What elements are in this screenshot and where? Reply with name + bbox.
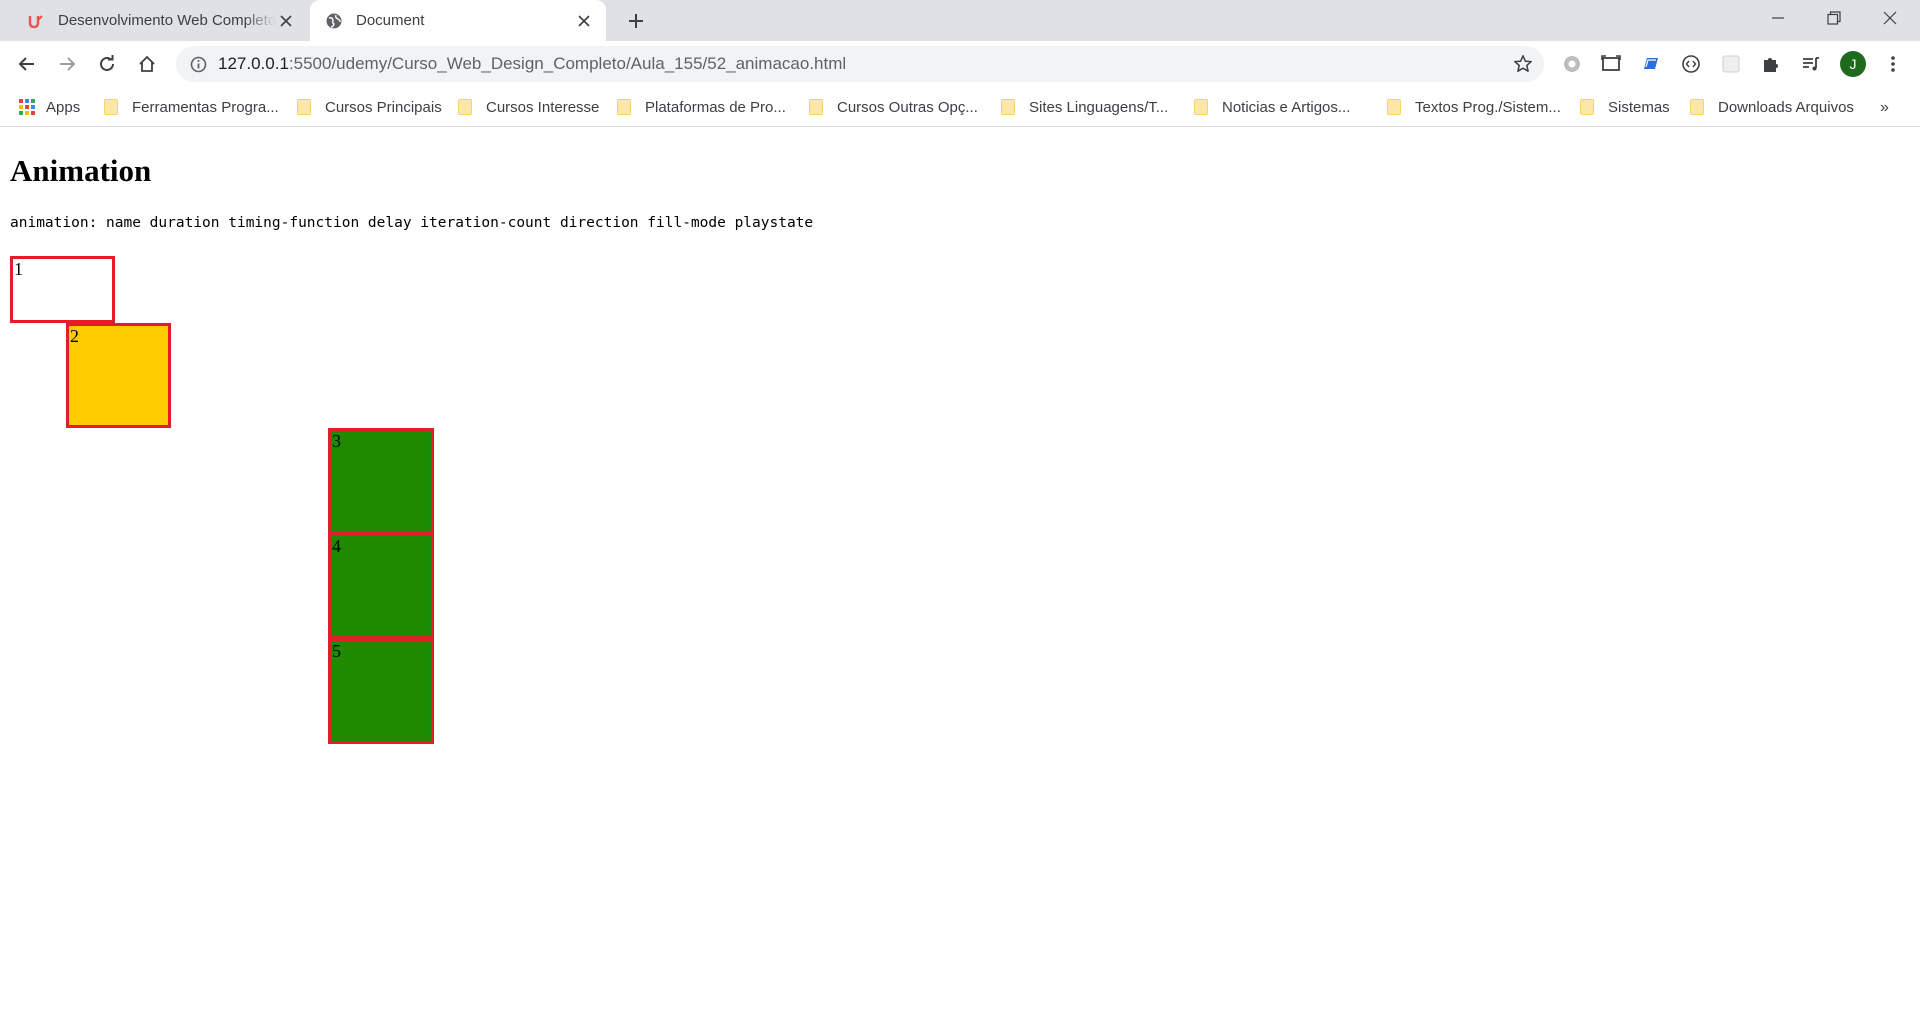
bookmark-label: Cursos Outras Opç... bbox=[837, 98, 978, 116]
close-icon bbox=[1883, 11, 1897, 25]
browser-toolbar: 127.0.0.1:5500/udemy/Curso_Web_Design_Co… bbox=[0, 41, 1920, 87]
bookmark-label: Textos Prog./Sistem... bbox=[1415, 98, 1561, 116]
folder-icon bbox=[104, 99, 118, 115]
animation-syntax-text: animation: name duration timing-function… bbox=[10, 215, 814, 231]
home-icon bbox=[139, 55, 155, 72]
code-extension-icon[interactable] bbox=[1678, 51, 1704, 77]
screenshot-extension-icon[interactable] bbox=[1598, 51, 1624, 77]
bookmark-label: Plataformas de Pro... bbox=[645, 98, 786, 116]
url-host: 127.0.0.1 bbox=[218, 54, 289, 73]
bookmark-folder[interactable]: Sistemas bbox=[1580, 95, 1670, 119]
box-label: 3 bbox=[332, 431, 341, 451]
tab-title: Desenvolvimento Web Completo bbox=[58, 12, 276, 29]
bookmark-folder[interactable]: Cursos Outras Opç... bbox=[809, 95, 978, 119]
blank-extension-icon[interactable] bbox=[1718, 51, 1744, 77]
bookmark-label: Noticias e Artigos... bbox=[1222, 98, 1351, 116]
animated-box-1: 1 bbox=[10, 256, 115, 323]
url-path: :5500/udemy/Curso_Web_Design_Completo/Au… bbox=[288, 54, 847, 73]
bookmark-folder[interactable]: Plataformas de Pro... bbox=[617, 95, 786, 119]
extension-gear-icon[interactable] bbox=[1559, 51, 1585, 77]
udemy-icon bbox=[26, 11, 46, 31]
bookmark-label: Apps bbox=[46, 98, 81, 116]
folder-icon bbox=[809, 99, 823, 115]
puzzle-extensions-icon[interactable] bbox=[1758, 51, 1784, 77]
folder-icon bbox=[1690, 99, 1704, 115]
bookmark-folder[interactable]: Textos Prog./Sistem... bbox=[1387, 95, 1561, 119]
animated-box-3: 3 bbox=[328, 428, 434, 534]
reload-icon bbox=[100, 55, 114, 71]
window-extension-icon[interactable] bbox=[1638, 51, 1664, 77]
profile-avatar[interactable]: J bbox=[1840, 51, 1866, 77]
forward-arrow-icon bbox=[60, 57, 76, 71]
bookmark-folder[interactable]: Ferramentas Progra... bbox=[104, 95, 279, 119]
address-bar[interactable]: 127.0.0.1:5500/udemy/Curso_Web_Design_Co… bbox=[176, 46, 1544, 82]
close-window-button[interactable] bbox=[1862, 0, 1918, 36]
home-button[interactable] bbox=[132, 49, 162, 79]
bookmark-label: Cursos Principais bbox=[325, 98, 442, 116]
menu-kebab-icon[interactable] bbox=[1880, 51, 1906, 77]
box-label: 5 bbox=[332, 641, 341, 661]
folder-icon bbox=[617, 99, 631, 115]
bookmark-label: Cursos Interesse bbox=[486, 98, 600, 116]
tab-udemy[interactable]: Desenvolvimento Web Completo bbox=[12, 0, 308, 41]
minimize-icon bbox=[1772, 17, 1784, 19]
page-viewport: Animation animation: name duration timin… bbox=[0, 128, 1920, 1030]
folder-icon bbox=[1387, 99, 1401, 115]
bookmark-apps[interactable]: Apps bbox=[18, 95, 80, 119]
bookmark-label: Downloads Arquivos bbox=[1718, 98, 1854, 116]
bookmark-folder[interactable]: Noticias e Artigos... bbox=[1194, 95, 1350, 119]
minimize-button[interactable] bbox=[1750, 0, 1806, 36]
plus-icon bbox=[629, 14, 643, 28]
box-label: 1 bbox=[14, 259, 23, 279]
info-icon[interactable] bbox=[188, 54, 208, 74]
url-text[interactable]: 127.0.0.1:5500/udemy/Curso_Web_Design_Co… bbox=[218, 54, 846, 74]
apps-grid-icon bbox=[18, 98, 36, 116]
media-playlist-icon[interactable] bbox=[1798, 51, 1824, 77]
bookmark-folder[interactable]: Sites Linguagens/T... bbox=[1001, 95, 1168, 119]
folder-icon bbox=[458, 99, 472, 115]
new-tab-button[interactable] bbox=[622, 9, 650, 33]
box-label: 4 bbox=[332, 536, 341, 556]
box-label: 2 bbox=[70, 326, 79, 346]
restore-button[interactable] bbox=[1806, 0, 1862, 36]
folder-icon bbox=[297, 99, 311, 115]
tab-document[interactable]: Document bbox=[310, 0, 606, 41]
bookmarks-overflow-chevron[interactable]: » bbox=[1880, 99, 1889, 117]
bookmarks-bar: Apps Ferramentas Progra... Cursos Princi… bbox=[0, 87, 1920, 127]
animated-box-5: 5 bbox=[328, 638, 434, 744]
restore-icon bbox=[1827, 11, 1841, 25]
back-button[interactable] bbox=[12, 49, 42, 79]
bookmark-star-icon[interactable] bbox=[1512, 53, 1534, 75]
close-tab-icon[interactable] bbox=[276, 11, 296, 31]
close-tab-icon[interactable] bbox=[574, 11, 594, 31]
folder-icon bbox=[1001, 99, 1015, 115]
page-heading: Animation bbox=[10, 153, 152, 188]
tab-strip: Desenvolvimento Web Completo Document bbox=[0, 0, 1920, 41]
back-arrow-icon bbox=[18, 57, 34, 71]
bookmark-label: Ferramentas Progra... bbox=[132, 98, 279, 116]
bookmark-folder[interactable]: Downloads Arquivos bbox=[1690, 95, 1854, 119]
folder-icon bbox=[1194, 99, 1208, 115]
tab-title: Document bbox=[356, 12, 425, 29]
globe-icon bbox=[324, 11, 344, 31]
animated-box-4: 4 bbox=[328, 533, 434, 639]
animated-box-2: 2 bbox=[66, 323, 171, 428]
forward-button[interactable] bbox=[52, 49, 82, 79]
bookmark-label: Sistemas bbox=[1608, 98, 1670, 116]
folder-icon bbox=[1580, 99, 1594, 115]
bookmark-folder[interactable]: Cursos Principais bbox=[297, 95, 442, 119]
bookmark-folder[interactable]: Cursos Interesse bbox=[458, 95, 599, 119]
reload-button[interactable] bbox=[92, 49, 122, 79]
bookmark-label: Sites Linguagens/T... bbox=[1029, 98, 1169, 116]
